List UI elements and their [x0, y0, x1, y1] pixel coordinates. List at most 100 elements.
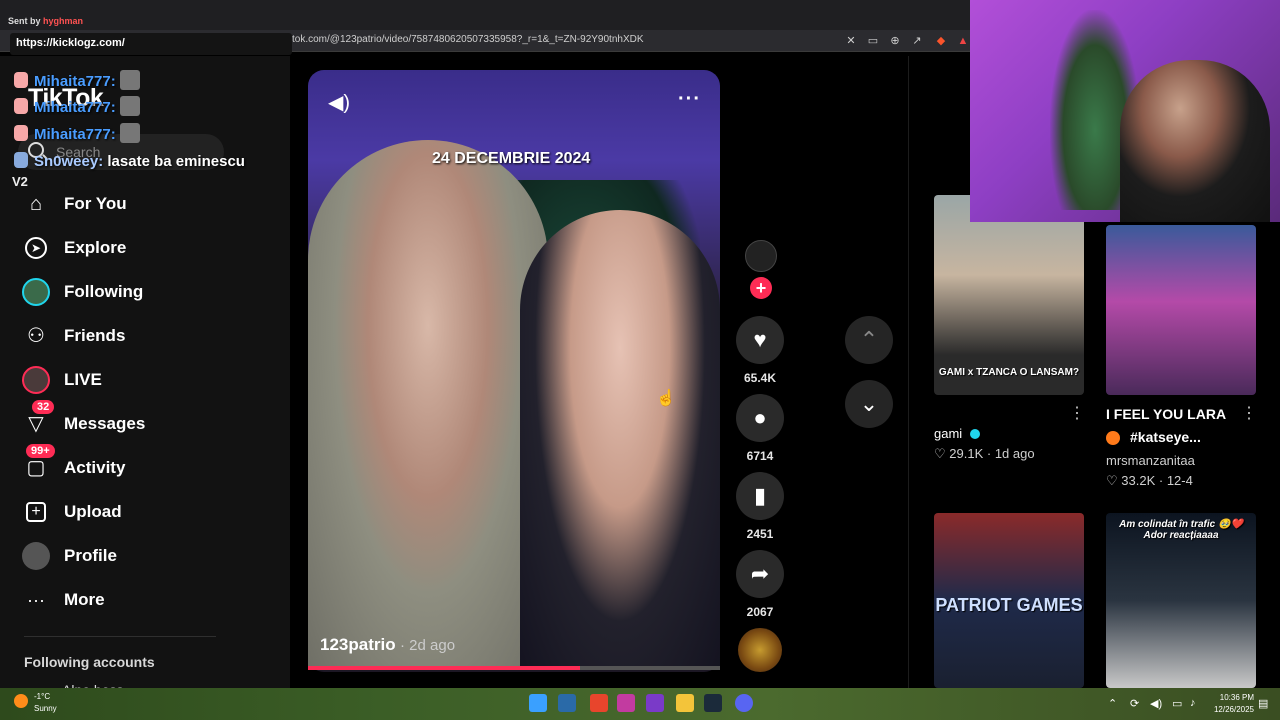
brave-shield-icon[interactable]: ◆ — [933, 33, 949, 49]
video-time: · 2d ago — [400, 637, 456, 654]
grid-likes-row: ♡ 29.1K · 1d ago — [934, 446, 1035, 461]
profile-avatar — [22, 542, 50, 570]
chevron-up-icon: ⌃ — [859, 327, 879, 352]
sidebar-divider — [24, 636, 216, 637]
grid-date: 12-4 — [1166, 473, 1193, 488]
video-person-right — [520, 210, 720, 670]
save-button[interactable]: ▮ — [736, 472, 784, 520]
rewards-icon[interactable]: ▲ — [955, 33, 971, 49]
sidebar-item-more[interactable]: ··· More — [18, 580, 258, 620]
sidebar-item-profile[interactable]: Profile — [18, 536, 258, 576]
sidebar-item-label: Explore — [64, 238, 127, 257]
network-icon[interactable]: ▭ — [1172, 697, 1182, 710]
chat-message: Sn0weey: lasate ba eminescu — [14, 152, 245, 170]
sidebar-item-explore[interactable]: ➤ Explore — [18, 228, 258, 268]
live-avatar — [22, 366, 50, 394]
hand-cursor-icon: ☝ — [656, 390, 676, 407]
volume-tray-icon[interactable]: ◀) — [1150, 697, 1162, 710]
notification-icon[interactable]: ▤ — [1258, 697, 1268, 710]
grid-thumbnail[interactable]: Am colindat în trafic 🥹❤️Ador reacțiaaaa — [1106, 513, 1256, 688]
sidebar-item-label: Upload — [64, 502, 122, 521]
comment-icon: ● — [753, 405, 767, 430]
grid-likes: 33.2K — [1121, 473, 1156, 488]
clock-time[interactable]: 10:36 PM — [1210, 693, 1254, 702]
thumbnail-caption: Am colindat în trafic 🥹❤️Ador reacțiaaaa — [1119, 519, 1243, 541]
weather-description[interactable]: Sunny — [34, 704, 57, 713]
weather-temperature[interactable]: -1°C — [34, 692, 50, 701]
chat-badge-icon — [14, 152, 28, 168]
mute-tab-icon[interactable]: ✕ — [843, 33, 859, 49]
weather-icon[interactable] — [14, 694, 28, 708]
clock-date[interactable]: 12/26/2025 — [1206, 705, 1254, 714]
column-divider — [908, 56, 909, 688]
video-overlay-text: 24 DECEMBRIE 2024 — [432, 150, 591, 167]
sidebar-item-label: Activity — [64, 458, 126, 477]
tray-app-icon[interactable]: ⟳ — [1130, 697, 1139, 710]
sidebar-item-following[interactable]: Following — [18, 272, 258, 312]
link-popup-text: https://kicklogz.com/ — [16, 37, 125, 49]
speaker-icon[interactable]: ♪ — [1190, 697, 1196, 709]
chat-message: Mihaita777: — [14, 70, 140, 90]
video-author[interactable]: 123patrio — [320, 635, 396, 655]
share-icon[interactable]: ↗ — [909, 33, 925, 49]
sidebar-item-upload[interactable]: + Upload — [18, 492, 258, 532]
sidebar-item-label: For You — [64, 194, 127, 213]
app-icon[interactable] — [646, 694, 664, 712]
url-text[interactable]: tok.com/@123patrio/video/758748062050733… — [292, 34, 644, 45]
following-avatar — [22, 278, 50, 306]
messages-icon: ▽ — [28, 413, 44, 435]
follow-plus-button[interactable]: + — [750, 277, 772, 299]
brave-icon[interactable] — [590, 694, 608, 712]
comment-button[interactable]: ● — [736, 394, 784, 442]
grid-thumbnail[interactable]: GAMI x TZANCA O LANSAM? — [934, 195, 1084, 395]
music-disc[interactable] — [738, 628, 782, 672]
compass-icon: ➤ — [25, 237, 47, 259]
discord-icon[interactable] — [735, 694, 753, 712]
emoji-icon — [1106, 431, 1120, 445]
sidebar-item-friends[interactable]: ⚇ Friends — [18, 316, 258, 356]
like-button[interactable]: ♥ — [736, 316, 784, 364]
grid-author[interactable]: mrsmanzanitaa — [1106, 453, 1195, 468]
chat-emote-icon — [119, 123, 140, 143]
steam-icon[interactable] — [704, 694, 722, 712]
start-icon[interactable] — [529, 694, 547, 712]
activity-icon: ▢ — [26, 457, 46, 479]
sidebar-item-live[interactable]: LIVE — [18, 360, 258, 400]
home-icon: ⌂ — [29, 193, 43, 215]
grid-thumbnail[interactable]: PATRIOT GAMES — [934, 513, 1084, 688]
sidebar-item-activity[interactable]: ▢ 99+ Activity — [18, 444, 258, 488]
chat-badge-icon — [14, 98, 28, 114]
grid-title[interactable]: I FEEL YOU LARA — [1106, 406, 1226, 422]
grid-more-icon[interactable]: ⋮ — [1069, 403, 1085, 423]
taskview-icon[interactable] — [558, 694, 576, 712]
chat-message: Mihaita777: — [14, 96, 140, 116]
previous-video-button[interactable]: ⌃ — [845, 316, 893, 364]
volume-icon[interactable]: ◀) — [328, 90, 350, 115]
sidebar-item-messages[interactable]: ▽ 32 Messages — [18, 400, 258, 444]
sidebar-item-for-you[interactable]: ⌂ For You — [18, 184, 258, 224]
grid-title-line2[interactable]: #katseye... — [1130, 429, 1201, 445]
taskbar — [0, 688, 1280, 720]
next-video-button[interactable]: ⌄ — [845, 380, 893, 428]
grid-author[interactable]: gami — [934, 426, 962, 441]
grid-likes: 29.1K — [949, 446, 984, 461]
friends-icon: ⚇ — [27, 325, 45, 347]
screen-icon[interactable]: ▭ — [865, 33, 881, 49]
app-icon[interactable] — [617, 694, 635, 712]
zoom-icon[interactable]: ⊕ — [887, 33, 903, 49]
grid-thumbnail[interactable] — [1106, 225, 1256, 395]
link-popup: https://kicklogz.com/ — [10, 33, 292, 55]
chat-user: Mihaita777: — [34, 126, 116, 143]
chevron-down-icon: ⌄ — [859, 391, 879, 416]
video-more-icon[interactable]: ··· — [678, 88, 701, 111]
webcam-streamer — [1120, 60, 1270, 222]
grid-more-icon[interactable]: ⋮ — [1241, 403, 1257, 423]
file-explorer-icon[interactable] — [676, 694, 694, 712]
share-count: 2067 — [746, 605, 774, 619]
tray-chevron-icon[interactable]: ⌃ — [1108, 697, 1117, 710]
creator-avatar[interactable] — [745, 240, 777, 272]
browser-tab-bar — [0, 0, 970, 30]
share-button[interactable]: ➦ — [736, 550, 784, 598]
chat-message: Mihaita777: — [14, 123, 140, 143]
chat-emote-icon — [119, 70, 140, 90]
